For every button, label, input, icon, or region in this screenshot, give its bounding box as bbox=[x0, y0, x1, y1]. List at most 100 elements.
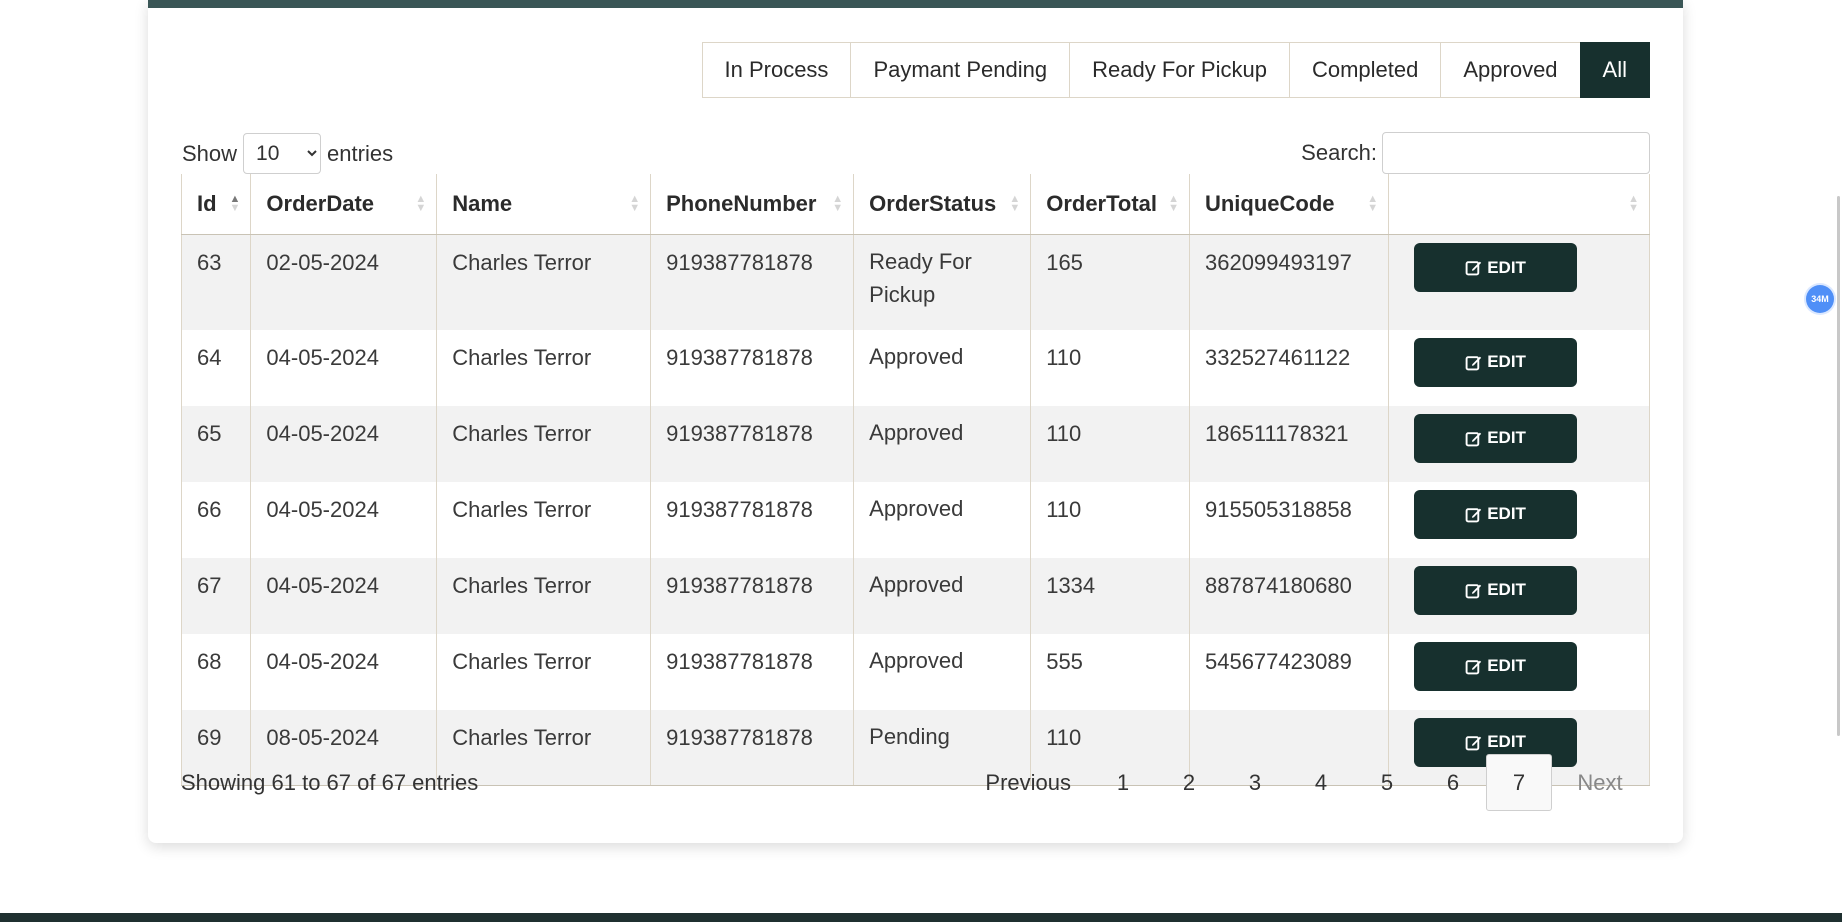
cell-id: 67 bbox=[180, 557, 251, 634]
filter-button-ready-for-pickup[interactable]: Ready For Pickup bbox=[1069, 42, 1290, 98]
edit-icon bbox=[1465, 658, 1482, 675]
cell-name: Charles Terror bbox=[436, 234, 651, 330]
edit-button[interactable]: EDIT bbox=[1414, 489, 1578, 539]
cell-id: 66 bbox=[180, 481, 251, 558]
filter-button-paymant-pending[interactable]: Paymant Pending bbox=[850, 42, 1071, 98]
cell-actions: EDIT bbox=[1388, 633, 1650, 710]
table-row: 67 04-05-2024 Charles Terror 919387781878 Ap… bbox=[180, 557, 1650, 634]
filter-button-in-process[interactable]: In Process bbox=[701, 42, 852, 98]
entries-select[interactable]: 10 bbox=[243, 133, 322, 174]
cell-date: 04-05-2024 bbox=[250, 557, 437, 634]
table-row: 68 04-05-2024 Charles Terror 919387781878 Ap… bbox=[180, 633, 1650, 710]
filter-button-all[interactable]: All bbox=[1579, 42, 1650, 98]
search-control: Search: bbox=[1301, 132, 1650, 174]
edit-label: EDIT bbox=[1487, 257, 1526, 277]
page-button-4[interactable]: 4 bbox=[1288, 754, 1354, 811]
page-button-5[interactable]: 5 bbox=[1354, 754, 1420, 811]
page-number-list: 1234567 bbox=[1090, 754, 1552, 811]
cell-code: 362099493197 bbox=[1188, 234, 1389, 330]
column-header-phonenumber[interactable]: PhoneNumber ▲ ▼ bbox=[650, 174, 854, 235]
next-page-button[interactable]: Next bbox=[1552, 754, 1648, 811]
edit-button[interactable]: EDIT bbox=[1414, 243, 1578, 292]
sort-icon: ▲ ▼ bbox=[229, 193, 241, 214]
edit-icon bbox=[1465, 506, 1482, 523]
edit-button[interactable]: EDIT bbox=[1414, 641, 1578, 691]
column-header-ordertotal[interactable]: OrderTotal ▲ ▼ bbox=[1030, 174, 1190, 235]
search-label: Search: bbox=[1301, 140, 1377, 165]
column-header-label: UniqueCode bbox=[1204, 191, 1335, 216]
cell-name: Charles Terror bbox=[436, 481, 651, 558]
cell-name: Charles Terror bbox=[436, 557, 651, 634]
cell-phone: 919387781878 bbox=[650, 329, 854, 406]
cell-total: 165 bbox=[1030, 234, 1190, 330]
edit-button[interactable]: EDIT bbox=[1414, 337, 1578, 387]
cell-status: Ready For Pickup bbox=[853, 234, 1031, 330]
column-header-orderstatus[interactable]: OrderStatus ▲ ▼ bbox=[853, 174, 1031, 235]
cell-phone: 919387781878 bbox=[650, 633, 854, 710]
scrollbar-thumb[interactable] bbox=[1837, 196, 1840, 736]
column-header-label: OrderDate bbox=[266, 191, 374, 216]
page-button-1[interactable]: 1 bbox=[1090, 754, 1156, 811]
sort-icon: ▲ ▼ bbox=[832, 193, 844, 214]
cell-status: Approved bbox=[853, 481, 1031, 558]
cell-name: Charles Terror bbox=[436, 405, 651, 482]
filter-button-completed[interactable]: Completed bbox=[1288, 42, 1442, 98]
previous-page-button[interactable]: Previous bbox=[966, 754, 1090, 811]
page-button-2[interactable]: 2 bbox=[1156, 754, 1222, 811]
cell-code: 915505318858 bbox=[1188, 481, 1389, 558]
edit-label: EDIT bbox=[1487, 352, 1526, 371]
orders-table: Id ▲ ▼ OrderDate ▲ ▼ Name ▲ ▼ PhoneNumber ▲ ▼ OrderS… bbox=[180, 174, 1650, 786]
edit-label: EDIT bbox=[1487, 428, 1526, 447]
entries-label: entries bbox=[327, 140, 394, 166]
cell-name: Charles Terror bbox=[436, 633, 651, 710]
cell-code: 887874180680 bbox=[1188, 557, 1389, 634]
edit-icon bbox=[1465, 354, 1482, 371]
cell-id: 63 bbox=[180, 234, 251, 330]
cell-total: 110 bbox=[1030, 405, 1190, 482]
edit-icon bbox=[1465, 734, 1482, 751]
column-header-uniquecode[interactable]: UniqueCode ▲ ▼ bbox=[1188, 174, 1389, 235]
cell-phone: 919387781878 bbox=[650, 234, 854, 330]
column-header-id[interactable]: Id ▲ ▼ bbox=[180, 174, 251, 235]
filter-button-approved[interactable]: Approved bbox=[1440, 42, 1581, 98]
table-row: 66 04-05-2024 Charles Terror 919387781878 Ap… bbox=[180, 481, 1650, 558]
search-input[interactable] bbox=[1382, 132, 1650, 174]
column-header-actions[interactable]: ▲ ▼ bbox=[1388, 174, 1650, 235]
cell-date: 04-05-2024 bbox=[250, 481, 437, 558]
page-button-7[interactable]: 7 bbox=[1486, 754, 1552, 811]
cell-status: Approved bbox=[853, 557, 1031, 634]
cell-code: 186511178321 bbox=[1188, 405, 1389, 482]
edit-button[interactable]: EDIT bbox=[1414, 565, 1578, 615]
show-label: Show bbox=[182, 140, 238, 166]
edit-button[interactable]: EDIT bbox=[1414, 413, 1578, 463]
cell-id: 65 bbox=[180, 405, 251, 482]
page-button-6[interactable]: 6 bbox=[1420, 754, 1486, 811]
cell-total: 555 bbox=[1030, 633, 1190, 710]
column-header-orderdate[interactable]: OrderDate ▲ ▼ bbox=[250, 174, 437, 235]
cell-status: Approved bbox=[853, 405, 1031, 482]
status-filter-group: In Process Paymant Pending Ready For Picku… bbox=[701, 42, 1650, 98]
cell-date: 04-05-2024 bbox=[250, 329, 437, 406]
cell-actions: EDIT bbox=[1388, 557, 1650, 634]
cell-phone: 919387781878 bbox=[650, 557, 854, 634]
extension-badge[interactable]: 34M bbox=[1806, 285, 1834, 313]
footer-bar bbox=[0, 913, 1842, 922]
cell-code: 332527461122 bbox=[1188, 329, 1389, 406]
table-row: 63 02-05-2024 Charles Terror 919387781878 Re… bbox=[180, 234, 1650, 330]
sort-icon: ▲ ▼ bbox=[1628, 193, 1639, 214]
cell-phone: 919387781878 bbox=[650, 709, 854, 786]
edit-label: EDIT bbox=[1487, 580, 1526, 599]
cell-actions: EDIT bbox=[1388, 329, 1650, 406]
cell-total: 110 bbox=[1030, 329, 1190, 406]
pagination: Previous 1234567 Next bbox=[966, 754, 1648, 811]
table-body: 63 02-05-2024 Charles Terror 919387781878 Re… bbox=[180, 234, 1650, 786]
cell-code: 545677423089 bbox=[1188, 633, 1389, 710]
cell-total: 110 bbox=[1030, 481, 1190, 558]
page-button-3[interactable]: 3 bbox=[1222, 754, 1288, 811]
table-row: 64 04-05-2024 Charles Terror 919387781878 Ap… bbox=[180, 329, 1650, 406]
sort-icon: ▲ ▼ bbox=[1168, 193, 1179, 214]
column-header-label: Name bbox=[452, 191, 513, 216]
cell-phone: 919387781878 bbox=[650, 405, 854, 482]
column-header-name[interactable]: Name ▲ ▼ bbox=[436, 174, 651, 235]
column-header-label: PhoneNumber bbox=[666, 191, 817, 216]
